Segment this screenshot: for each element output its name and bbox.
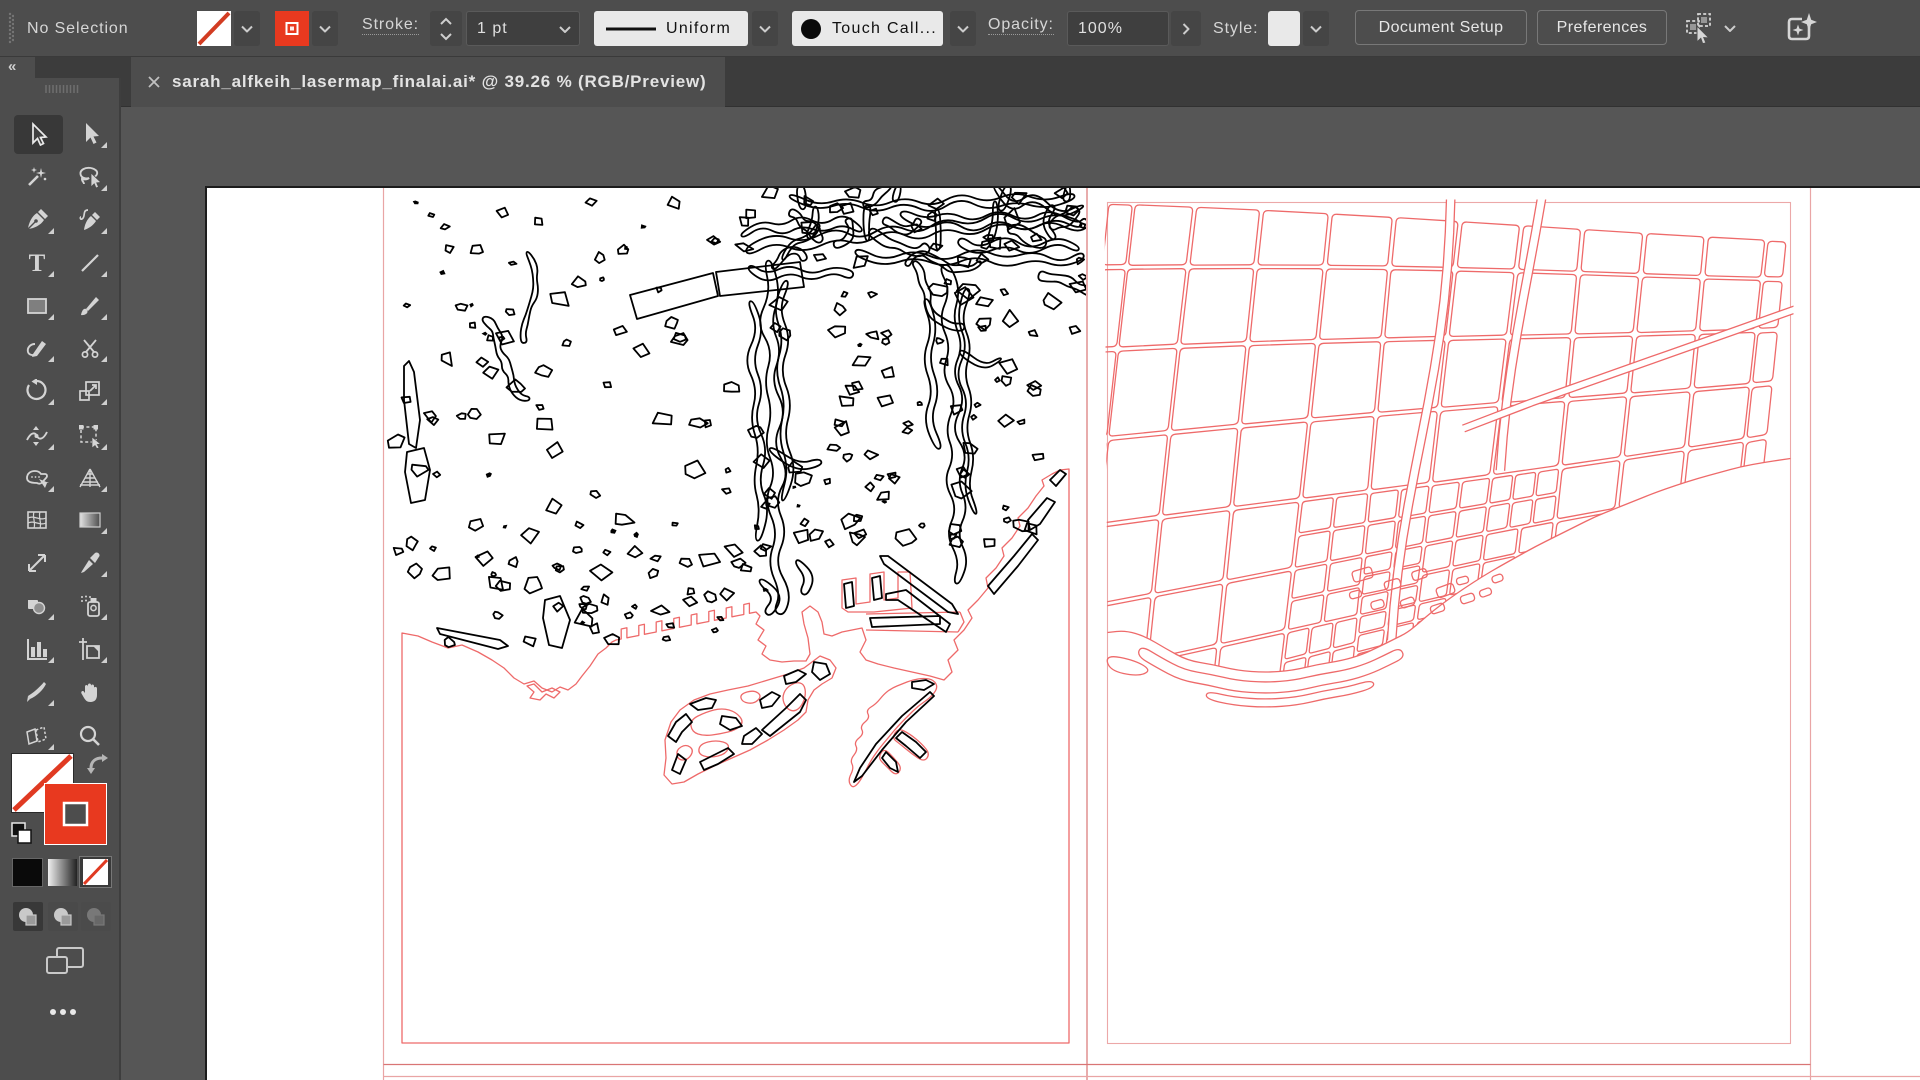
svg-text:T: T: [29, 251, 46, 275]
